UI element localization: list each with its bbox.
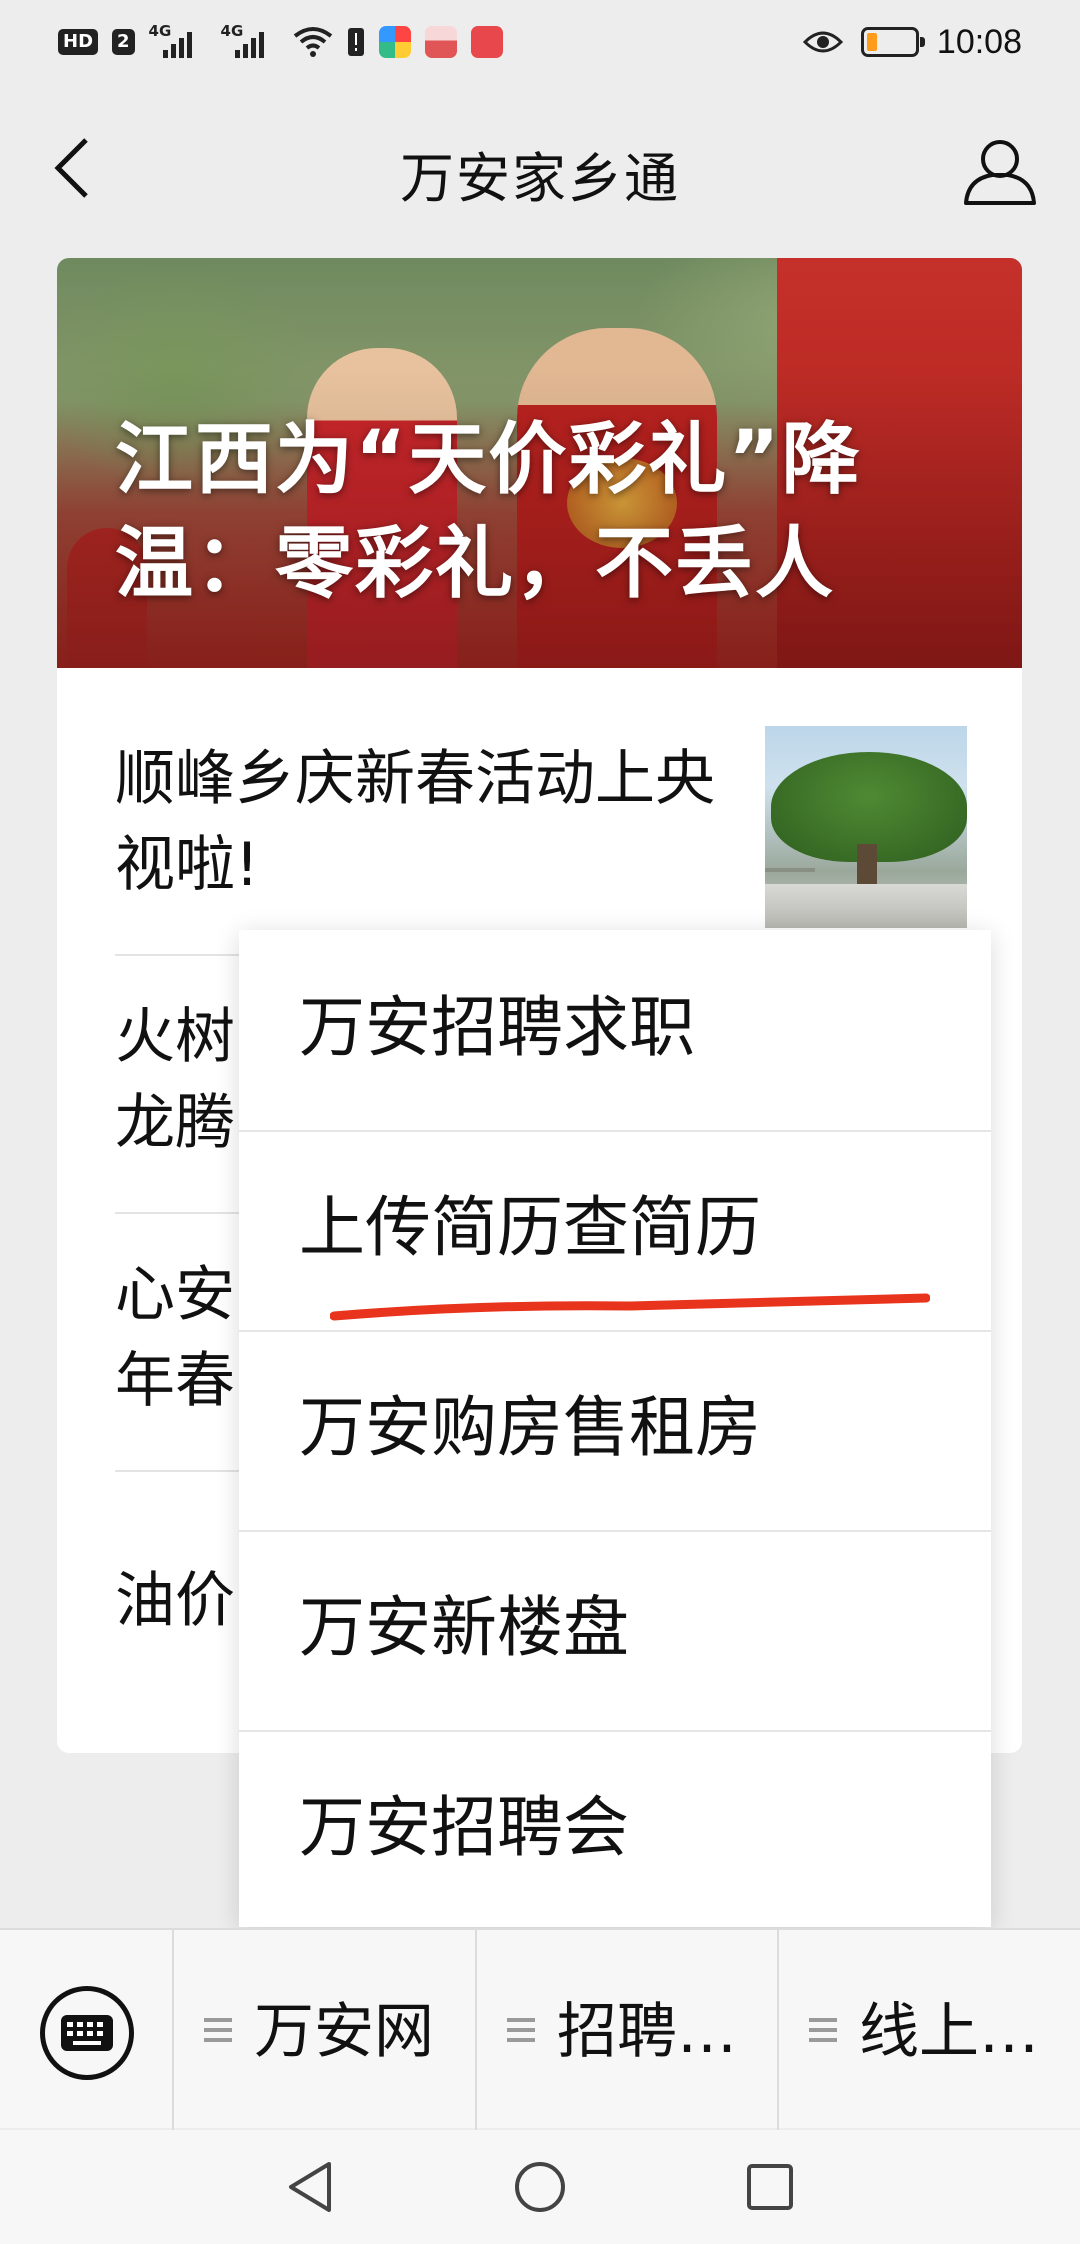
- menu-item-label: 上传简历查简历: [299, 1189, 761, 1266]
- article-thumbnail: [765, 726, 967, 928]
- circle-home-icon: [515, 2162, 565, 2212]
- screen: HD 2 4G 4G 10:08 万安家乡通 江西为“天价彩礼”降温：零彩礼，不…: [0, 0, 1080, 2244]
- bottom-menu-bar: 万安网 招聘… 线上…: [0, 1928, 1080, 2130]
- title-bar: 万安家乡通: [0, 84, 1080, 254]
- system-home-button[interactable]: [505, 2152, 575, 2222]
- red-underline-annotation: [330, 1293, 930, 1321]
- hd-badge: HD: [58, 29, 99, 55]
- keyboard-icon: [61, 2015, 113, 2051]
- clock: 10:08: [936, 22, 1022, 61]
- square-recents-icon: [747, 2164, 793, 2210]
- bottom-menu-tab[interactable]: 招聘…: [475, 1930, 777, 2130]
- bottom-menu-tab[interactable]: 万安网: [172, 1930, 475, 2130]
- menu-item-recruitment[interactable]: 万安招聘求职: [239, 930, 991, 1130]
- app-notification-icon: [378, 26, 411, 58]
- menu-item-new-property[interactable]: 万安新楼盘: [239, 1530, 991, 1730]
- menu-item-label: 万安新楼盘: [299, 1589, 629, 1666]
- menu-item-label: 万安招聘会: [299, 1789, 629, 1866]
- hero-title: 江西为“天价彩礼”降温：零彩礼，不丢人: [115, 415, 862, 609]
- status-bar: HD 2 4G 4G 10:08: [0, 0, 1080, 84]
- bottom-menu-tab-label: 万安网: [254, 1997, 434, 2067]
- bottom-menu-tab-label: 线上…: [859, 1997, 1039, 2067]
- signal-icon: 4G: [221, 22, 279, 62]
- popup-menu: 万安招聘求职 上传简历查简历 万安购房售租房 万安新楼盘 万安招聘会: [239, 930, 991, 1927]
- menu-item-label: 万安招聘求职: [299, 989, 695, 1066]
- hero-article[interactable]: 江西为“天价彩礼”降温：零彩礼，不丢人: [57, 258, 1022, 668]
- bottom-menu-tab-label: 招聘…: [557, 1997, 737, 2067]
- system-nav-bar: [0, 2130, 1080, 2244]
- book-notification-icon: [470, 26, 503, 58]
- menu-item-housing[interactable]: 万安购房售租房: [239, 1330, 991, 1530]
- page-title: 万安家乡通: [400, 147, 680, 210]
- system-recents-button[interactable]: [735, 2152, 805, 2222]
- menu-lines-icon: [204, 2018, 232, 2048]
- person-icon: [964, 140, 1036, 205]
- wifi-icon: [293, 27, 332, 57]
- sim-slot-badge: 2: [112, 29, 135, 55]
- article-title: 顺峰乡庆新春活动上央视啦!: [115, 744, 715, 900]
- sim-warning-icon: [347, 28, 364, 56]
- triangle-back-icon: [289, 2162, 331, 2212]
- system-back-button[interactable]: [275, 2152, 345, 2222]
- article-item[interactable]: 顺峰乡庆新春活动上央视啦!: [115, 736, 735, 908]
- signal-icon: 4G: [149, 22, 207, 62]
- menu-item-job-fair[interactable]: 万安招聘会: [239, 1730, 991, 1927]
- status-right: 10:08: [802, 20, 1022, 64]
- profile-button[interactable]: [960, 132, 1040, 212]
- menu-lines-icon: [507, 2018, 535, 2048]
- menu-lines-icon: [809, 2018, 837, 2048]
- bottom-menu-tab[interactable]: 线上…: [777, 1930, 1080, 2130]
- battery-icon: [860, 27, 925, 57]
- status-left: HD 2 4G 4G: [58, 20, 503, 64]
- keyboard-toggle-button[interactable]: [40, 1986, 134, 2080]
- eye-icon: [802, 31, 843, 53]
- menu-item-label: 万安购房售租房: [299, 1389, 761, 1466]
- gift-notification-icon: [424, 26, 457, 58]
